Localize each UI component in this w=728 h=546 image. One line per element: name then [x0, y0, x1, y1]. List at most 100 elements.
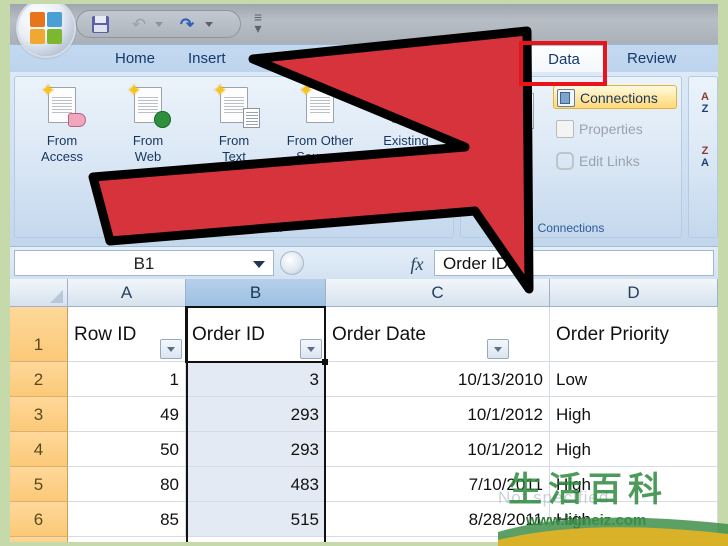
column-header-a[interactable]: A	[68, 279, 186, 307]
undo-dropdown-icon[interactable]	[155, 22, 163, 27]
from-text-label-2: Text	[222, 149, 246, 164]
formula-input[interactable]: Order ID	[434, 250, 714, 276]
from-other-sources-icon: ✦	[298, 82, 342, 129]
cell-b3[interactable]: 293	[186, 397, 326, 432]
select-all-corner[interactable]	[10, 279, 68, 307]
cell-a4[interactable]: 50	[68, 432, 186, 467]
name-box[interactable]: B1	[14, 250, 274, 276]
filter-button-c[interactable]	[487, 339, 509, 359]
row-header-3[interactable]: 3	[10, 397, 68, 432]
formula-bar: B1 fx Order ID	[10, 247, 718, 279]
from-web-button[interactable]: ✦ From Web	[107, 82, 189, 165]
tab-formulas[interactable]: Formulas	[415, 45, 498, 73]
filter-button-a[interactable]	[160, 339, 182, 359]
selection-edge-left	[186, 307, 188, 542]
row-header-1[interactable]: 1	[10, 307, 68, 362]
tab-home[interactable]: Home	[105, 45, 165, 73]
from-other-label-1: From Other	[286, 133, 354, 148]
group-label-get-external-data: Get External Data	[186, 221, 282, 235]
sort-za-top: Z	[701, 145, 709, 157]
filter-button-b[interactable]	[300, 339, 322, 359]
cell-a5[interactable]: 80	[68, 467, 186, 502]
sort-az-top: A	[701, 91, 709, 103]
expand-formula-bar-button[interactable]	[280, 251, 304, 275]
cell-b2[interactable]: 3	[186, 362, 326, 397]
cell-c3[interactable]: 10/1/2012	[326, 397, 550, 432]
column-header-b[interactable]: B	[186, 279, 326, 307]
group-sort-and-filter: A Z Z A	[688, 76, 718, 238]
cell-d3[interactable]: High	[550, 397, 718, 432]
cell-b1[interactable]: Order ID	[186, 307, 326, 362]
from-text-label-1: From	[218, 133, 250, 148]
refresh-all-dropdown-icon[interactable]	[510, 153, 519, 159]
properties-button: Properties	[553, 117, 643, 141]
column-header-c[interactable]: C	[326, 279, 550, 307]
redo-dropdown-icon[interactable]	[205, 22, 213, 27]
tab-review[interactable]: Review	[617, 45, 686, 73]
row-header-2[interactable]: 2	[10, 362, 68, 397]
row-header-6[interactable]: 6	[10, 502, 68, 537]
from-access-label-1: From	[46, 133, 78, 148]
existing-label-1: Existing	[383, 133, 429, 148]
select-all-icon	[50, 290, 63, 303]
properties-icon	[556, 120, 574, 138]
properties-label: Properties	[579, 121, 643, 137]
from-web-label-2: Web	[134, 149, 162, 164]
from-access-button[interactable]: ✦ From Access	[21, 82, 103, 165]
cell-a2[interactable]: 1	[68, 362, 186, 397]
cell-d2[interactable]: Low	[550, 362, 718, 397]
cell-b5[interactable]: 483	[186, 467, 326, 502]
existing-label-2: Connections	[369, 149, 443, 164]
row-header-4[interactable]: 4	[10, 432, 68, 467]
cell-a6[interactable]: 85	[68, 502, 186, 537]
cell-b6[interactable]: 515	[186, 502, 326, 537]
tab-page-layout[interactable]: Page Layout	[272, 45, 376, 73]
from-access-icon: ✦	[40, 82, 86, 129]
customize-qat-icon[interactable]: ≡ ▾	[250, 10, 266, 35]
fx-label: fx	[410, 254, 424, 274]
connections-icon	[557, 89, 575, 107]
edit-links-label: Edit Links	[579, 153, 640, 169]
existing-connections-button[interactable]: Existing Connections	[365, 85, 447, 165]
ribbon: ✦ From Access ✦ From Web ✦ From Text ✦ F…	[10, 72, 718, 247]
refresh-all-label-1: Refresh	[483, 131, 529, 146]
sort-az-bottom: Z	[701, 103, 709, 115]
row-header-5[interactable]: 5	[10, 467, 68, 502]
name-box-dropdown-icon[interactable]	[253, 261, 265, 268]
ribbon-tab-strip: Home Insert Page Layout Formulas Data Re…	[10, 44, 718, 73]
cell-c2[interactable]: 10/13/2010	[326, 362, 550, 397]
tab-insert[interactable]: Insert	[178, 45, 236, 73]
cell-b4[interactable]: 293	[186, 432, 326, 467]
watermark: Not specified 生活百科 www.bimeiz.com	[498, 462, 728, 546]
existing-connections-icon	[384, 85, 430, 129]
connections-button[interactable]: Connections	[553, 85, 677, 109]
quick-access-toolbar: ↶ ↷	[76, 10, 241, 38]
from-web-icon: ✦	[126, 82, 171, 129]
redo-icon[interactable]: ↷	[177, 15, 197, 35]
refresh-all-button[interactable]: Refresh All	[467, 85, 545, 163]
cell-a3[interactable]: 49	[68, 397, 186, 432]
cell-a1[interactable]: Row ID	[68, 307, 186, 362]
formula-value: Order ID	[443, 254, 509, 273]
from-text-button[interactable]: ✦ From Text	[193, 82, 275, 165]
undo-icon[interactable]: ↶	[129, 15, 149, 35]
refresh-all-label-2: All	[467, 147, 545, 163]
connections-label: Connections	[580, 90, 658, 106]
from-web-label-1: From	[132, 133, 164, 148]
edit-links-icon	[556, 152, 574, 170]
cell-d1[interactable]: Order Priority	[550, 307, 718, 362]
row-header-7[interactable]	[10, 537, 68, 542]
sort-ascending-button[interactable]: A Z	[695, 91, 715, 117]
cell-c1[interactable]: Order Date	[326, 307, 550, 362]
name-box-value: B1	[133, 254, 155, 273]
data-tab-highlight-box	[519, 41, 607, 86]
group-get-external-data: ✦ From Access ✦ From Web ✦ From Text ✦ F…	[14, 76, 454, 238]
column-header-d[interactable]: D	[550, 279, 718, 307]
from-access-label-2: Access	[41, 149, 83, 164]
title-bar: ↶ ↷ ≡ ▾	[10, 4, 718, 56]
insert-function-icon[interactable]: fx	[402, 253, 432, 275]
from-other-label-2: Sources	[296, 149, 344, 164]
sort-descending-button[interactable]: Z A	[695, 145, 715, 171]
from-other-sources-button[interactable]: ✦ From Other Sources	[279, 82, 361, 165]
save-icon[interactable]	[91, 15, 111, 35]
